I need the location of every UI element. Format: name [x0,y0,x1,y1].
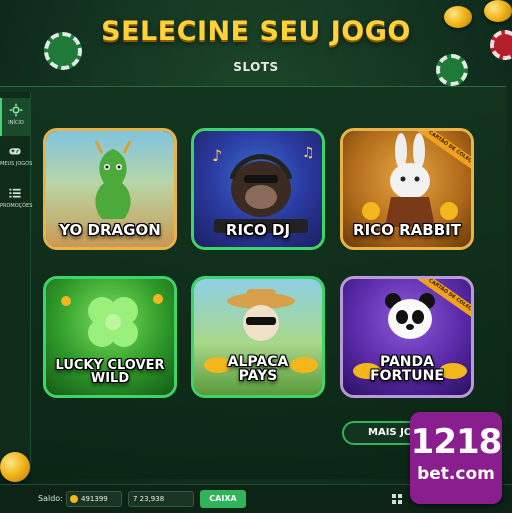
gold-coin-icon [0,452,30,482]
game-card-panda-fortune[interactable]: CARTÃO DE COLEÇÃO PANDA FORTUNE [340,276,474,398]
sidebar-item-label: INÍCIO [8,120,24,126]
brand-logo: 1218 bet.com [410,412,502,504]
game-title: PANDA FORTUNE [370,354,444,384]
secondary-balance-field: 7 23,938 [128,491,194,507]
balance-value: 491399 [81,495,108,503]
balance-field: 491399 [66,491,122,507]
game-card-lucky-clover-wild[interactable]: LUCKY CLOVER WILD [43,276,177,398]
sidebar: INÍCIO MEUS JOGOS PROMOÇÕES [0,92,33,472]
game-card-yo-dragon[interactable]: YO DRAGON [43,128,177,250]
section-subtitle: SLOTS [233,60,279,74]
svg-text:♪: ♪ [212,146,222,165]
game-title: ALPACA PAYS [227,354,289,384]
logo-number: 1218 [410,422,503,462]
game-title: RICO RABBIT [353,221,461,239]
sidebar-item-inicio[interactable]: INÍCIO [0,98,30,136]
balance-label: Saldo: [38,494,63,503]
game-title: YO DRAGON [59,221,161,239]
game-card-rico-dj[interactable]: ♪ ♫ RICO DJ [191,128,325,250]
sidebar-item-label: MEUS JOGOS [0,161,33,167]
list-icon [9,188,21,198]
sidebar-item-label: PROMOÇÕES [0,203,33,209]
sidebar-item-promocoes[interactable]: PROMOÇÕES [0,186,33,220]
grid-icon[interactable] [392,494,402,504]
secondary-balance-value: 7 23,938 [133,495,165,503]
game-card-alpaca-pays[interactable]: ALPACA PAYS [191,276,325,398]
svg-text:♫: ♫ [302,145,315,161]
settings-gear-icon [9,103,23,117]
page-title: SELECINE SEU JOGO [101,16,411,47]
game-title: RICO DJ [225,221,291,239]
coin-icon [70,495,78,503]
logo-domain: bet.com [417,464,495,484]
cashier-button[interactable]: CAIXA [200,490,246,508]
sidebar-item-meus-jogos[interactable]: MEUS JOGOS [0,144,33,178]
game-title: LUCKY CLOVER WILD [55,358,165,386]
gamepad-icon [9,148,21,155]
game-card-rico-rabbit[interactable]: CARTÃO DE COLEÇÃO RICO RABBIT [340,128,474,250]
